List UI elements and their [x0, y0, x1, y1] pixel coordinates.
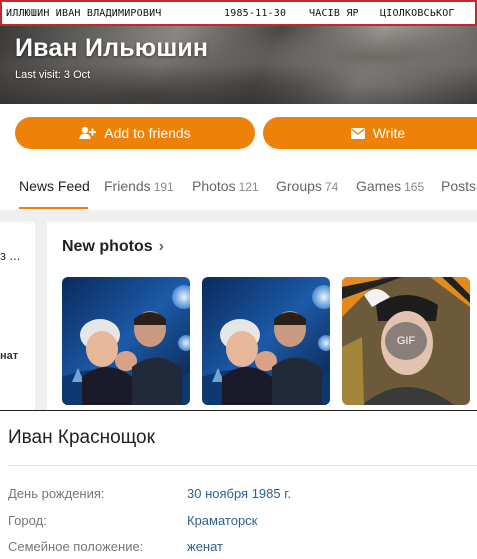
write-button[interactable]: Write	[263, 117, 477, 149]
tab-count: 74	[324, 180, 339, 194]
profile-details-card: Иван Краснощок День рождения: 30 ноября …	[0, 410, 477, 559]
birthday-value[interactable]: 30 ноября 1985 г.	[187, 486, 291, 501]
tab-groups[interactable]: Groups 74	[276, 178, 338, 194]
new-photos-card: New photos › GIF	[47, 222, 477, 410]
photo-thumbnail[interactable]	[62, 277, 190, 405]
info-place: ЧАСІВ ЯР	[309, 8, 359, 19]
tab-label: News Feed	[19, 178, 90, 194]
add-to-friends-label: Add to friends	[104, 125, 191, 141]
couple-photo-image	[62, 277, 190, 405]
city-label: Город:	[8, 513, 47, 528]
tab-friends[interactable]: Friends 191	[104, 178, 174, 194]
profile-cover: Иван Ильюшин Last visit: 3 Oct	[0, 26, 477, 104]
tab-label: Photos	[192, 178, 236, 194]
tab-label: Posts	[441, 178, 477, 194]
new-photos-title: New photos	[62, 238, 153, 255]
photo-thumbnail[interactable]	[202, 277, 330, 405]
add-to-friends-button[interactable]: Add to friends	[15, 117, 255, 149]
tab-label: Groups	[276, 178, 322, 194]
info-name: ИЛЛЮШИН ИВАН ВЛАДИМИРОВИЧ	[6, 8, 162, 19]
active-tab-indicator	[19, 207, 88, 209]
birthday-label: День рождения:	[8, 486, 105, 501]
gif-badge: GIF	[385, 322, 427, 360]
last-visit: Last visit: 3 Oct	[15, 69, 91, 81]
add-user-icon	[79, 126, 97, 140]
tab-label: Games	[356, 178, 402, 194]
tab-games[interactable]: Games 165	[356, 178, 424, 194]
profile-tabs: News Feed Friends 191 Photos 121 Groups 74 …	[0, 160, 477, 210]
marital-status-value[interactable]: женат	[187, 539, 223, 554]
tab-count: 191	[153, 180, 174, 194]
tab-label: Friends	[104, 178, 151, 194]
tab-posts[interactable]: Posts	[441, 178, 476, 194]
info-date: 1985-11-30	[224, 8, 287, 19]
left-card-fragment: нат	[0, 350, 19, 362]
info-street: ЦІОЛКОВСЬКОГ	[380, 8, 455, 19]
divider	[8, 465, 477, 466]
left-card-text: з ...	[0, 248, 21, 263]
gif-thumbnail[interactable]: GIF	[342, 277, 470, 405]
envelope-icon	[350, 127, 365, 139]
details-name: Иван Краснощок	[8, 427, 155, 448]
tab-photos[interactable]: Photos 121	[192, 178, 259, 194]
tab-count: 165	[404, 180, 425, 194]
tab-news-feed[interactable]: News Feed	[19, 178, 90, 194]
city-value[interactable]: Краматорск	[187, 513, 257, 528]
left-side-card: з ... нат	[0, 222, 35, 410]
write-label: Write	[372, 125, 406, 141]
chevron-right-icon: ›	[158, 238, 164, 255]
tab-count: 121	[238, 180, 259, 194]
profile-name: Иван Ильюшин	[15, 34, 209, 62]
new-photos-heading[interactable]: New photos ›	[62, 238, 164, 256]
couple-photo-image	[202, 277, 330, 405]
marital-status-label: Семейное положение:	[8, 539, 144, 554]
info-bar: ИЛЛЮШИН ИВАН ВЛАДИМИРОВИЧ 1985-11-30 ЧАС…	[0, 0, 477, 26]
